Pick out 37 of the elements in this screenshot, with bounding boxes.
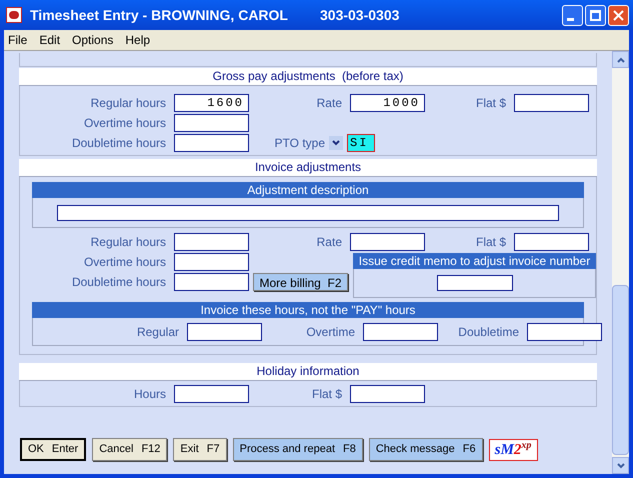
menu-item[interactable]: Help [125, 31, 150, 49]
window-title: Timesheet Entry - BROWNING, CAROL [30, 6, 288, 25]
field-label: Overtime [306, 324, 355, 340]
field-label: Hours [134, 386, 166, 402]
input-field[interactable]: 1000 [350, 94, 425, 112]
input-field[interactable]: SI [347, 134, 375, 152]
more-billing-button[interactable]: More billing F2 [253, 273, 348, 291]
field-label: Rate [316, 95, 342, 112]
section-header: Gross pay adjustments (before tax) [19, 68, 597, 86]
action-button[interactable]: Exit F7 [173, 438, 227, 461]
field-label: Rate [316, 234, 342, 251]
field-label: Overtime hours [84, 254, 166, 271]
field-label: Flat $ [476, 95, 506, 112]
field-label: Overtime hours [84, 115, 166, 132]
section-header: Invoice adjustments [19, 159, 597, 177]
panel-header: Adjustment description [32, 182, 584, 198]
field-label: Doubletime [458, 324, 519, 340]
panel-header: Invoice these hours, not the "PAY" hours [32, 302, 584, 318]
action-button[interactable]: Process and repeat F8 [232, 438, 363, 461]
panel-header: Issue credit memo to adjust invoice number [353, 253, 596, 269]
field-label: Doubletime hours [72, 274, 166, 291]
action-button[interactable]: Check message F6 [368, 438, 483, 461]
employee-id: 303-03-0303 [320, 6, 400, 24]
field-label: Regular [136, 324, 179, 340]
menu-item[interactable]: File [8, 31, 28, 49]
field-label: Regular hours [90, 95, 166, 112]
action-button[interactable]: OK Enter [20, 438, 86, 461]
field-label: Flat $ [476, 234, 506, 251]
field-label: Doubletime hours [72, 135, 166, 152]
field-label: Flat $ [312, 386, 342, 402]
field-label: Regular hours [90, 234, 166, 251]
menu-item[interactable]: Edit [39, 31, 60, 49]
section-header: Holiday information [19, 363, 597, 381]
input-field[interactable]: 1600 [174, 94, 249, 112]
field-label: PTO type [274, 135, 325, 152]
menu-item[interactable]: Options [72, 31, 114, 49]
action-button[interactable]: Cancel F12 [92, 438, 168, 461]
